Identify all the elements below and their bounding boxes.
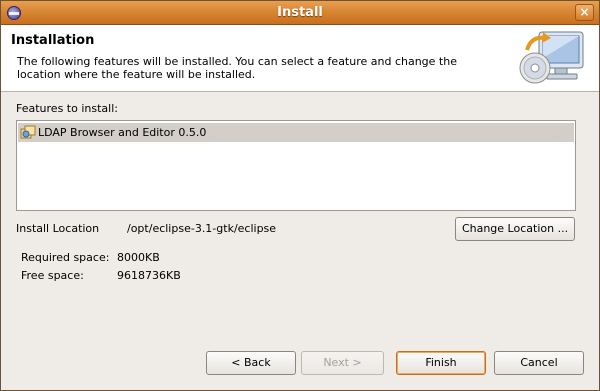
close-icon: × [579,5,590,19]
features-label: Features to install: [16,102,118,115]
next-button[interactable]: Next > [301,351,384,375]
install-location-label: Install Location [16,222,100,235]
install-wizard-icon [519,31,584,84]
wizard-banner: Installation The following features will… [1,25,599,92]
change-location-button[interactable]: Change Location ... [455,217,575,241]
install-dialog: Install × Installation The following fea… [0,0,600,391]
finish-button[interactable]: Finish [396,351,486,375]
title-bar[interactable]: Install × [1,1,599,25]
free-space-value: 9618736KB [117,269,181,282]
page-title: Installation [11,33,95,48]
install-location-value: /opt/eclipse-3.1-gtk/eclipse [127,222,277,235]
required-space-label: Required space: [21,251,110,264]
back-button[interactable]: < Back [206,351,296,375]
window-title: Install [277,5,323,20]
list-item[interactable]: LDAP Browser and Editor 0.5.0 [18,123,574,142]
features-list[interactable]: LDAP Browser and Editor 0.5.0 [16,120,576,211]
feature-plugin-icon [20,125,36,139]
free-space-label: Free space: [21,269,84,282]
feature-label: LDAP Browser and Editor 0.5.0 [38,126,207,139]
page-description: The following features will be installed… [17,55,457,81]
cancel-button[interactable]: Cancel [494,351,584,375]
close-button[interactable]: × [575,4,594,21]
required-space-value: 8000KB [117,251,160,264]
